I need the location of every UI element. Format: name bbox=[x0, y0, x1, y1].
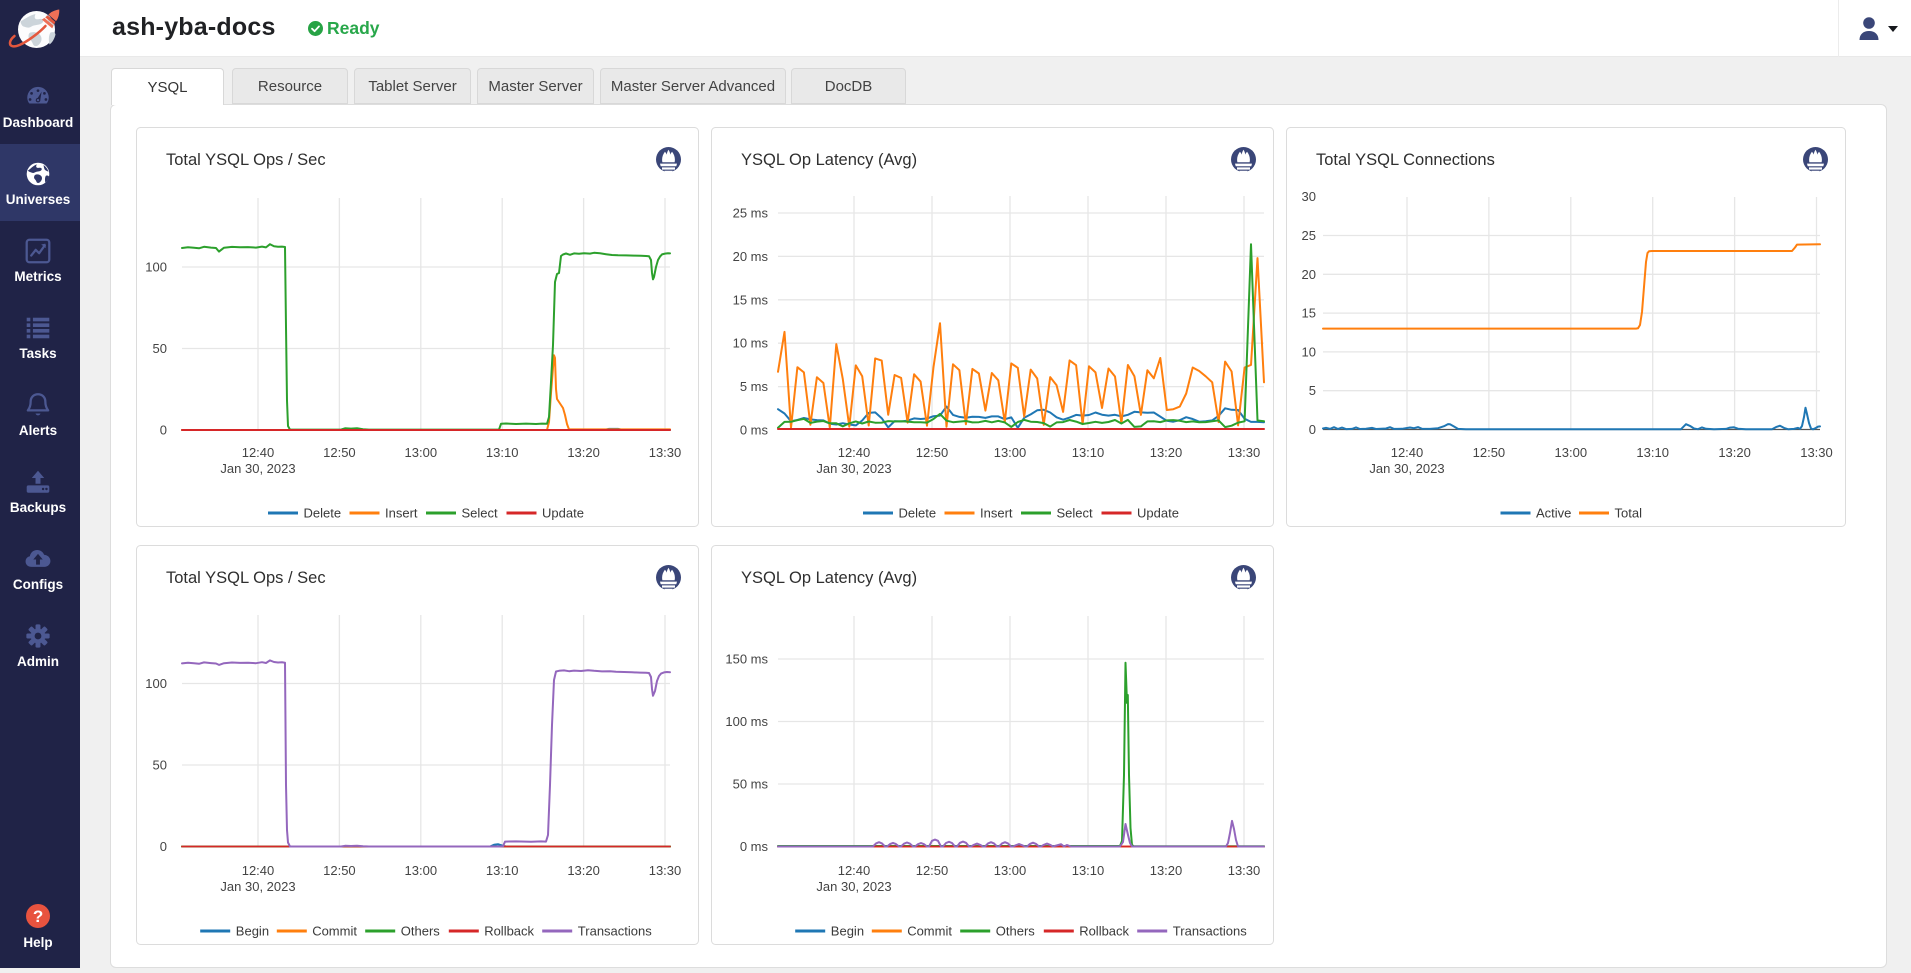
svg-text:10 ms: 10 ms bbox=[733, 336, 769, 351]
svg-text:Jan 30, 2023: Jan 30, 2023 bbox=[220, 461, 295, 476]
svg-text:13:10: 13:10 bbox=[1636, 445, 1669, 460]
svg-text:25 ms: 25 ms bbox=[733, 206, 769, 221]
svg-text:15: 15 bbox=[1302, 306, 1316, 321]
svg-text:Total YSQL Connections: Total YSQL Connections bbox=[1316, 151, 1495, 169]
svg-text:13:20: 13:20 bbox=[567, 445, 600, 460]
svg-text:100: 100 bbox=[145, 676, 167, 691]
svg-text:Transactions: Transactions bbox=[578, 924, 652, 939]
svg-text:Metrics: Metrics bbox=[14, 269, 61, 284]
svg-text:Insert: Insert bbox=[385, 506, 418, 521]
svg-text:Alerts: Alerts bbox=[19, 423, 57, 438]
svg-text:Others: Others bbox=[401, 924, 441, 939]
svg-text:20: 20 bbox=[1302, 267, 1316, 282]
svg-text:13:10: 13:10 bbox=[486, 863, 519, 878]
svg-text:50: 50 bbox=[153, 758, 167, 773]
svg-text:100 ms: 100 ms bbox=[725, 714, 768, 729]
svg-text:12:50: 12:50 bbox=[323, 863, 356, 878]
svg-text:13:30: 13:30 bbox=[1800, 445, 1833, 460]
svg-text:Rollback: Rollback bbox=[484, 924, 534, 939]
svg-text:13:30: 13:30 bbox=[649, 863, 682, 878]
svg-text:12:50: 12:50 bbox=[916, 445, 949, 460]
svg-text:50: 50 bbox=[153, 341, 167, 356]
svg-text:15 ms: 15 ms bbox=[733, 292, 769, 307]
svg-text:Commit: Commit bbox=[907, 924, 952, 939]
svg-text:13:20: 13:20 bbox=[1150, 863, 1183, 878]
svg-text:Jan 30, 2023: Jan 30, 2023 bbox=[1369, 461, 1444, 476]
svg-text:Universes: Universes bbox=[6, 192, 71, 207]
svg-text:Backups: Backups bbox=[10, 500, 66, 515]
svg-text:0 ms: 0 ms bbox=[740, 839, 769, 854]
svg-text:13:00: 13:00 bbox=[405, 863, 438, 878]
svg-text:Select: Select bbox=[462, 506, 499, 521]
svg-text:13:10: 13:10 bbox=[486, 445, 519, 460]
svg-text:YSQL Op Latency (Avg): YSQL Op Latency (Avg) bbox=[741, 151, 917, 169]
svg-text:Others: Others bbox=[996, 924, 1036, 939]
svg-text:Begin: Begin bbox=[236, 924, 269, 939]
svg-text:Delete: Delete bbox=[899, 506, 937, 521]
svg-text:12:50: 12:50 bbox=[323, 445, 356, 460]
svg-text:Total YSQL Ops / Sec: Total YSQL Ops / Sec bbox=[166, 151, 326, 169]
svg-text:Jan 30, 2023: Jan 30, 2023 bbox=[816, 879, 891, 894]
svg-text:Rollback: Rollback bbox=[1079, 924, 1129, 939]
svg-text:Transactions: Transactions bbox=[1173, 924, 1247, 939]
svg-text:Help: Help bbox=[23, 935, 52, 950]
svg-text:13:00: 13:00 bbox=[994, 863, 1027, 878]
svg-text:5 ms: 5 ms bbox=[740, 379, 769, 394]
svg-text:Commit: Commit bbox=[312, 924, 357, 939]
svg-text:Insert: Insert bbox=[980, 506, 1013, 521]
svg-text:0 ms: 0 ms bbox=[740, 423, 769, 438]
svg-text:Jan 30, 2023: Jan 30, 2023 bbox=[220, 879, 295, 894]
svg-text:Select: Select bbox=[1057, 506, 1094, 521]
svg-text:12:40: 12:40 bbox=[242, 863, 275, 878]
svg-text:10: 10 bbox=[1302, 344, 1316, 359]
svg-text:13:00: 13:00 bbox=[405, 445, 438, 460]
svg-text:5: 5 bbox=[1309, 383, 1316, 398]
svg-text:13:20: 13:20 bbox=[567, 863, 600, 878]
svg-text:Update: Update bbox=[542, 506, 584, 521]
svg-text:12:50: 12:50 bbox=[1473, 445, 1506, 460]
svg-text:13:00: 13:00 bbox=[994, 445, 1027, 460]
svg-text:Tasks: Tasks bbox=[19, 346, 56, 361]
svg-text:13:30: 13:30 bbox=[1228, 863, 1261, 878]
svg-text:13:20: 13:20 bbox=[1150, 445, 1183, 460]
svg-text:Total YSQL Ops / Sec: Total YSQL Ops / Sec bbox=[166, 569, 326, 587]
svg-text:Admin: Admin bbox=[17, 654, 59, 669]
svg-text:Jan 30, 2023: Jan 30, 2023 bbox=[816, 461, 891, 476]
svg-text:0: 0 bbox=[1309, 422, 1316, 437]
svg-text:12:40: 12:40 bbox=[1391, 445, 1424, 460]
svg-text:YSQL Op Latency (Avg): YSQL Op Latency (Avg) bbox=[741, 569, 917, 587]
svg-text:Configs: Configs bbox=[13, 577, 63, 592]
svg-text:12:40: 12:40 bbox=[838, 445, 871, 460]
svg-text:100: 100 bbox=[145, 260, 167, 275]
svg-text:13:10: 13:10 bbox=[1072, 863, 1105, 878]
svg-text:0: 0 bbox=[160, 423, 167, 438]
svg-text:12:40: 12:40 bbox=[838, 863, 871, 878]
svg-text:Delete: Delete bbox=[304, 506, 342, 521]
svg-text:30: 30 bbox=[1302, 189, 1316, 204]
svg-text:Update: Update bbox=[1137, 506, 1179, 521]
svg-text:20 ms: 20 ms bbox=[733, 249, 769, 264]
svg-text:Total: Total bbox=[1615, 506, 1643, 521]
svg-text:13:00: 13:00 bbox=[1555, 445, 1588, 460]
svg-text:12:50: 12:50 bbox=[916, 863, 949, 878]
svg-text:13:30: 13:30 bbox=[1228, 445, 1261, 460]
svg-text:Begin: Begin bbox=[831, 924, 864, 939]
svg-text:0: 0 bbox=[160, 839, 167, 854]
svg-text:25: 25 bbox=[1302, 228, 1316, 243]
svg-text:Active: Active bbox=[1536, 506, 1571, 521]
svg-text:12:40: 12:40 bbox=[242, 445, 275, 460]
svg-text:13:10: 13:10 bbox=[1072, 445, 1105, 460]
svg-text:?: ? bbox=[33, 907, 43, 926]
svg-text:Dashboard: Dashboard bbox=[3, 115, 74, 130]
svg-text:150 ms: 150 ms bbox=[725, 652, 768, 667]
svg-text:13:20: 13:20 bbox=[1718, 445, 1751, 460]
svg-text:13:30: 13:30 bbox=[649, 445, 682, 460]
svg-text:50 ms: 50 ms bbox=[733, 777, 769, 792]
